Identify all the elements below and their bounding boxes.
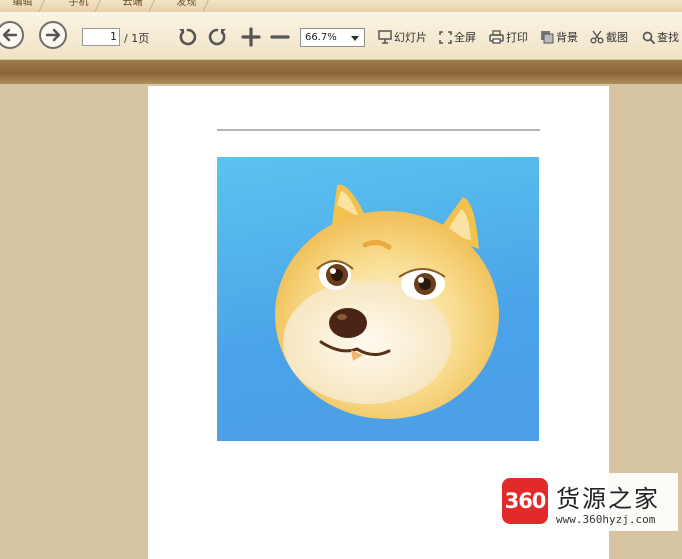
slideshow-icon <box>378 30 392 44</box>
watermark-title: 货源之家 <box>556 485 660 513</box>
background-button[interactable]: 背景 <box>540 29 578 45</box>
background-icon <box>541 31 554 44</box>
chevron-down-icon <box>351 36 359 41</box>
fullscreen-button[interactable]: 全屏 <box>439 29 476 45</box>
forward-arrow-icon <box>45 28 61 42</box>
search-icon <box>642 31 655 44</box>
search-label: 查找 <box>657 31 679 44</box>
screenshot-button[interactable]: 截图 <box>590 29 628 45</box>
tab-strip: 编辑 手机 云端 发现 <box>0 0 682 12</box>
zoom-select[interactable]: 66.7% <box>300 28 365 47</box>
header-rule <box>217 129 540 131</box>
forward-button[interactable] <box>39 21 67 49</box>
watermark: 360 货源之家 www.360hyzj.com <box>498 473 678 531</box>
page-total: / 1页 <box>124 32 150 45</box>
back-button[interactable] <box>0 21 24 49</box>
scissors-icon <box>590 30 604 44</box>
page-number-input[interactable]: 1 <box>82 28 120 46</box>
tab-label: 发现 <box>176 0 197 8</box>
search-button[interactable]: 查找 <box>642 29 679 45</box>
rotate-left-icon <box>179 28 197 46</box>
rotate-right-button[interactable] <box>206 26 228 48</box>
screenshot-label: 截图 <box>606 31 628 44</box>
zoom-in-icon <box>241 27 261 47</box>
doge-image <box>217 157 539 441</box>
rotate-right-icon <box>208 28 226 46</box>
tab-label: 手机 <box>68 0 89 8</box>
slideshow-label: 幻灯片 <box>394 31 427 44</box>
tab-cloud[interactable]: 云端 <box>108 0 157 12</box>
doge-illustration <box>275 184 499 419</box>
print-icon <box>489 30 504 44</box>
print-button[interactable]: 打印 <box>489 29 528 45</box>
toolbar-band <box>0 60 682 84</box>
background-label: 背景 <box>556 31 578 44</box>
tab-edit[interactable]: 编辑 <box>0 0 47 12</box>
fullscreen-label: 全屏 <box>454 31 476 44</box>
fullscreen-icon <box>439 30 452 44</box>
zoom-out-button[interactable] <box>269 26 291 48</box>
tab-label: 编辑 <box>12 0 33 8</box>
watermark-url: www.360hyzj.com <box>556 513 656 526</box>
rotate-left-button[interactable] <box>177 26 199 48</box>
back-arrow-icon <box>2 28 18 42</box>
slideshow-button[interactable]: 幻灯片 <box>378 29 427 45</box>
tab-phone[interactable]: 手机 <box>54 0 103 12</box>
tab-discover[interactable]: 发现 <box>162 0 211 12</box>
print-label: 打印 <box>506 31 528 44</box>
zoom-out-icon <box>270 35 290 39</box>
logo-360: 360 <box>502 478 548 524</box>
zoom-value: 66.7% <box>305 32 337 43</box>
tab-label: 云端 <box>122 0 143 8</box>
toolbar: 1 / 1页 66.7% 幻灯片 全屏 打印 背景 截图 查找 <box>0 12 682 60</box>
zoom-in-button[interactable] <box>240 26 262 48</box>
